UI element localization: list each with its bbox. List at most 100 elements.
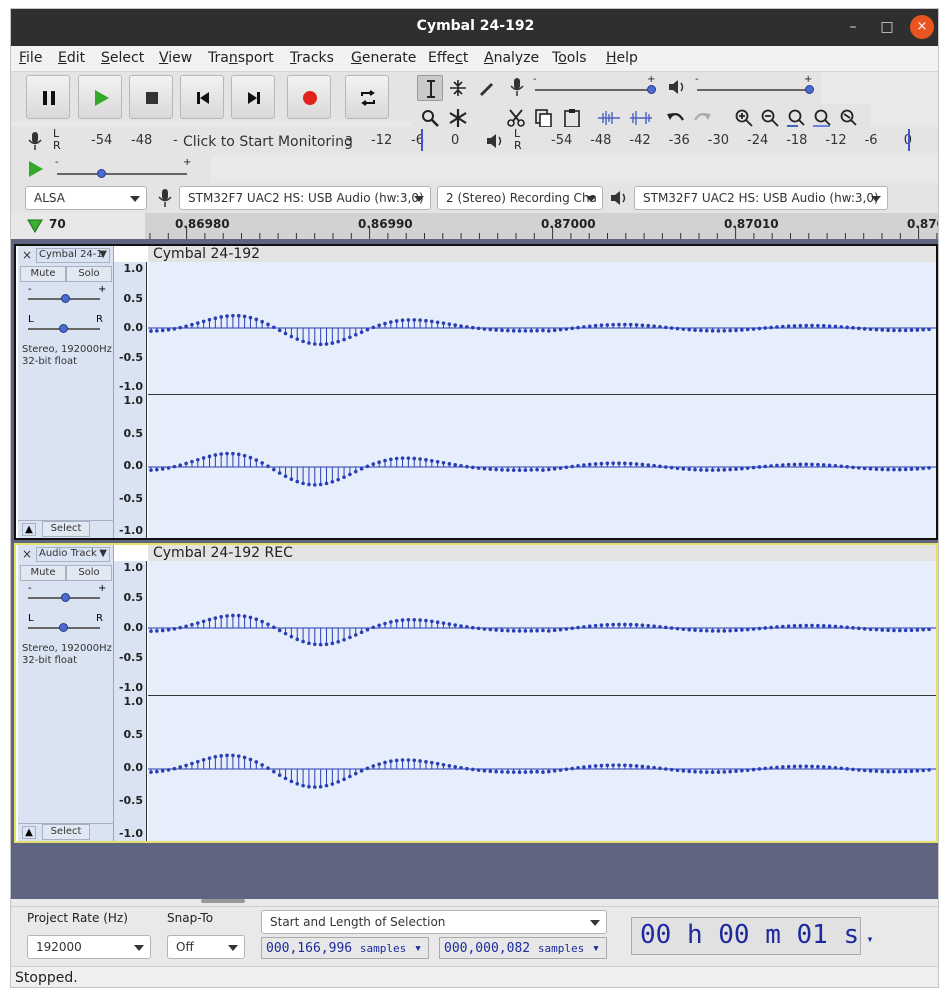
waveform-channel[interactable] — [148, 394, 936, 538]
menu-generate[interactable]: Generate — [351, 50, 416, 66]
waveform-channel[interactable] — [148, 695, 936, 841]
play-button[interactable] — [78, 75, 122, 119]
rec-meter-tick: -48 — [131, 133, 153, 148]
solo-button[interactable]: Solo — [66, 565, 112, 581]
menu-file[interactable]: File — [19, 50, 42, 66]
track-footer: ▲ Select — [18, 520, 114, 538]
recording-volume-slider[interactable] — [535, 85, 656, 94]
i-beam-icon — [427, 80, 435, 98]
horizontal-scrollbar-thumb[interactable] — [201, 899, 245, 903]
click-to-monitor-label[interactable]: Click to Start Monitoring — [183, 134, 353, 150]
clip-name-bar[interactable]: Cymbal 24-192 REC — [148, 545, 936, 561]
menu-bar: File Edit Select View Transport Tracks Generat… — [11, 46, 938, 72]
scale-label: 0.0 — [123, 621, 144, 634]
track-name-menu[interactable]: Cymbal 24-1 ▼ — [36, 248, 110, 263]
pan-knob[interactable] — [59, 623, 68, 632]
draw-tool[interactable] — [473, 75, 499, 101]
play-speed-knob[interactable] — [97, 169, 106, 178]
clip-name-bar[interactable]: Cymbal 24-192 — [148, 246, 936, 262]
menu-transport[interactable]: Transport — [208, 50, 274, 66]
menu-analyze[interactable]: Analyze — [484, 50, 539, 66]
rec-meter-lr: L R — [53, 127, 61, 152]
menu-tracks[interactable]: Tracks — [290, 50, 334, 66]
menu-effect[interactable]: Effect — [428, 50, 468, 66]
minimize-button[interactable]: – — [841, 15, 865, 39]
track-name: Audio Track — [39, 548, 97, 559]
skip-start-icon — [197, 92, 209, 104]
menu-help[interactable]: Help — [606, 50, 638, 66]
vertical-scale[interactable]: 1.0 0.5 0.0 -0.5 -1.0 — [114, 394, 147, 538]
pan-slider[interactable] — [28, 324, 100, 333]
envelope-tool[interactable] — [445, 75, 471, 101]
record-button[interactable] — [287, 75, 331, 119]
stop-button[interactable] — [129, 75, 173, 119]
pan-slider[interactable] — [28, 623, 100, 632]
skip-end-button[interactable] — [231, 75, 275, 119]
track-close-button[interactable]: × — [22, 547, 32, 561]
track-cymbal-rec[interactable]: × Audio Track ▼ Mute Solo - + L R Stereo, 192000H… — [14, 543, 938, 843]
pause-button[interactable] — [26, 75, 70, 119]
selection-tool[interactable] — [417, 75, 443, 101]
collapse-track-icon[interactable]: ▲ — [22, 523, 36, 536]
gain-slider[interactable] — [28, 593, 100, 602]
scale-label: -1.0 — [118, 380, 143, 393]
play-speed-slider[interactable] — [57, 169, 187, 178]
selection-length-field[interactable]: 000,000,082 samples ▾ — [439, 937, 607, 959]
time-display[interactable]: 00 h 00 m 01 s ▾ — [631, 917, 874, 955]
menu-edit[interactable]: Edit — [58, 50, 85, 66]
pan-knob[interactable] — [59, 324, 68, 333]
vertical-scale[interactable]: 1.0 0.5 0.0 -0.5 -1.0 — [114, 262, 147, 394]
playback-volume-slider[interactable] — [697, 85, 814, 94]
close-button[interactable]: × — [910, 15, 934, 39]
vertical-scale[interactable]: 1.0 0.5 0.0 -0.5 -1.0 — [114, 561, 147, 695]
selection-start-unit: samples — [359, 942, 407, 955]
mute-button[interactable]: Mute — [20, 565, 66, 581]
menu-view[interactable]: View — [159, 50, 192, 66]
recording-device-select[interactable]: STM32F7 UAC2 HS: USB Audio (hw:3,0) — [179, 186, 431, 210]
track-name-menu[interactable]: Audio Track ▼ — [36, 547, 110, 562]
play-meter-tick: -6 — [864, 133, 878, 148]
waveform-channel[interactable] — [148, 262, 936, 394]
play-meter-speaker-icon[interactable] — [485, 131, 505, 151]
project-rate-select[interactable]: 192000 — [27, 935, 151, 959]
solo-button[interactable]: Solo — [66, 266, 112, 282]
track-close-button[interactable]: × — [22, 248, 32, 262]
track-select-button[interactable]: Select — [42, 824, 90, 840]
audio-host-select[interactable]: ALSA — [25, 186, 147, 210]
track-control-panel[interactable]: × Audio Track ▼ Mute Solo - + L R Stereo, 192000H… — [18, 545, 114, 841]
vertical-scale[interactable]: 1.0 0.5 0.0 -0.5 -1.0 — [114, 695, 147, 841]
play-meter-tick: -30 — [707, 133, 730, 148]
track-control-panel[interactable]: × Cymbal 24-1 ▼ Mute Solo - + L R Stereo, 192000H… — [18, 246, 114, 538]
record-meter-microphone-icon[interactable] — [27, 131, 43, 151]
playback-device-select[interactable]: STM32F7 UAC2 HS: USB Audio (hw:3,0) — [634, 186, 888, 210]
play-meter-tick: -54 — [551, 133, 573, 148]
maximize-button[interactable]: □ — [875, 15, 899, 39]
gain-knob[interactable] — [61, 593, 70, 602]
mute-button[interactable]: Mute — [20, 266, 66, 282]
timeline-ruler[interactable]: 70 0.86980 0.86990 0.87000 0.87010 0.87020 — [11, 213, 938, 239]
recording-volume-knob[interactable] — [647, 85, 656, 94]
track-select-button[interactable]: Select — [42, 521, 90, 537]
stop-icon — [146, 92, 158, 104]
pan-left-label: L — [28, 314, 34, 325]
zoom-selection-icon — [787, 109, 805, 127]
menu-select[interactable]: Select — [101, 50, 144, 66]
gain-slider[interactable] — [28, 294, 100, 303]
snap-to-select[interactable]: Off — [167, 935, 245, 959]
status-text: Stopped. — [15, 970, 78, 986]
menu-tools[interactable]: Tools — [552, 50, 587, 66]
track-cymbal[interactable]: × Cymbal 24-1 ▼ Mute Solo - + L R Stereo, 192000H… — [14, 244, 938, 540]
selection-mode-select[interactable]: Start and Length of Selection — [261, 910, 607, 934]
trim-audio-icon — [598, 111, 620, 125]
gain-knob[interactable] — [61, 294, 70, 303]
recording-channels-select[interactable]: 2 (Stereo) Recording Cha — [437, 186, 603, 210]
zoom-in-icon — [735, 109, 753, 127]
playback-volume-knob[interactable] — [805, 85, 814, 94]
skip-start-button[interactable] — [180, 75, 224, 119]
waveform-channel[interactable] — [148, 561, 936, 695]
play-at-speed-icon[interactable] — [27, 160, 45, 178]
loop-button[interactable] — [345, 75, 389, 119]
timeline-tick-label: 0.87000 — [541, 217, 596, 231]
selection-start-field[interactable]: 000,166,996 samples ▾ — [261, 937, 429, 959]
collapse-track-icon[interactable]: ▲ — [22, 826, 36, 839]
